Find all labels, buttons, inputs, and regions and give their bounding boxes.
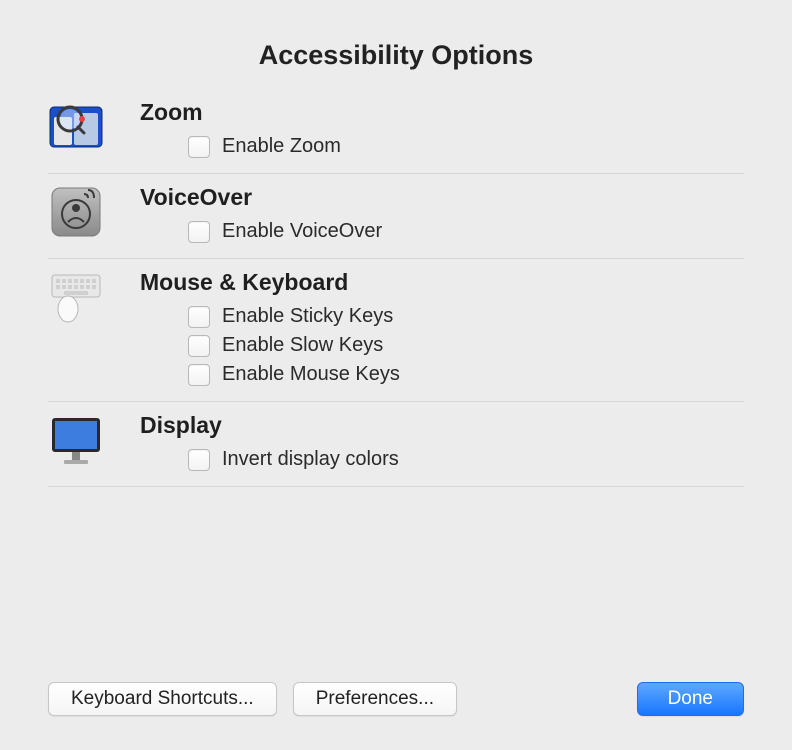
display-title: Display <box>140 412 744 439</box>
keyboard-shortcuts-button[interactable]: Keyboard Shortcuts... <box>48 682 277 716</box>
display-body: Display Invert display colors <box>140 412 744 474</box>
checkbox-enable-sticky-keys[interactable] <box>188 306 210 328</box>
checkbox-enable-zoom[interactable] <box>188 136 210 158</box>
section-display: Display Invert display colors <box>48 412 744 487</box>
zoom-icon <box>48 99 104 155</box>
label-enable-voiceover: Enable VoiceOver <box>222 220 382 243</box>
sections-container: Zoom Enable Zoom <box>48 99 744 674</box>
label-enable-zoom: Enable Zoom <box>222 135 341 158</box>
section-zoom: Zoom Enable Zoom <box>48 99 744 174</box>
label-invert-colors: Invert display colors <box>222 448 399 471</box>
label-enable-slow-keys: Enable Slow Keys <box>222 334 383 357</box>
zoom-body: Zoom Enable Zoom <box>140 99 744 161</box>
option-enable-slow-keys: Enable Slow Keys <box>140 331 744 360</box>
checkbox-enable-mouse-keys[interactable] <box>188 364 210 386</box>
label-enable-mouse-keys: Enable Mouse Keys <box>222 363 400 386</box>
preferences-button[interactable]: Preferences... <box>293 682 457 716</box>
done-button[interactable]: Done <box>637 682 744 716</box>
label-enable-sticky-keys: Enable Sticky Keys <box>222 305 393 328</box>
display-icon <box>48 412 104 468</box>
option-enable-zoom: Enable Zoom <box>140 132 744 161</box>
mouse-keyboard-icon <box>48 269 104 325</box>
checkbox-enable-voiceover[interactable] <box>188 221 210 243</box>
voiceover-title: VoiceOver <box>140 184 744 211</box>
option-enable-voiceover: Enable VoiceOver <box>140 217 744 246</box>
voiceover-body: VoiceOver Enable VoiceOver <box>140 184 744 246</box>
mouse-keyboard-title: Mouse & Keyboard <box>140 269 744 296</box>
option-enable-sticky-keys: Enable Sticky Keys <box>140 302 744 331</box>
section-voiceover: VoiceOver Enable VoiceOver <box>48 184 744 259</box>
voiceover-icon <box>48 184 104 240</box>
section-mouse-keyboard: Mouse & Keyboard Enable Sticky Keys Enab… <box>48 269 744 402</box>
checkbox-invert-colors[interactable] <box>188 449 210 471</box>
option-enable-mouse-keys: Enable Mouse Keys <box>140 360 744 389</box>
checkbox-enable-slow-keys[interactable] <box>188 335 210 357</box>
footer: Keyboard Shortcuts... Preferences... Don… <box>48 682 744 716</box>
accessibility-options-panel: Accessibility Options Zoom Enab <box>10 10 782 740</box>
mouse-keyboard-body: Mouse & Keyboard Enable Sticky Keys Enab… <box>140 269 744 389</box>
zoom-title: Zoom <box>140 99 744 126</box>
option-invert-colors: Invert display colors <box>140 445 744 474</box>
panel-title: Accessibility Options <box>48 40 744 71</box>
